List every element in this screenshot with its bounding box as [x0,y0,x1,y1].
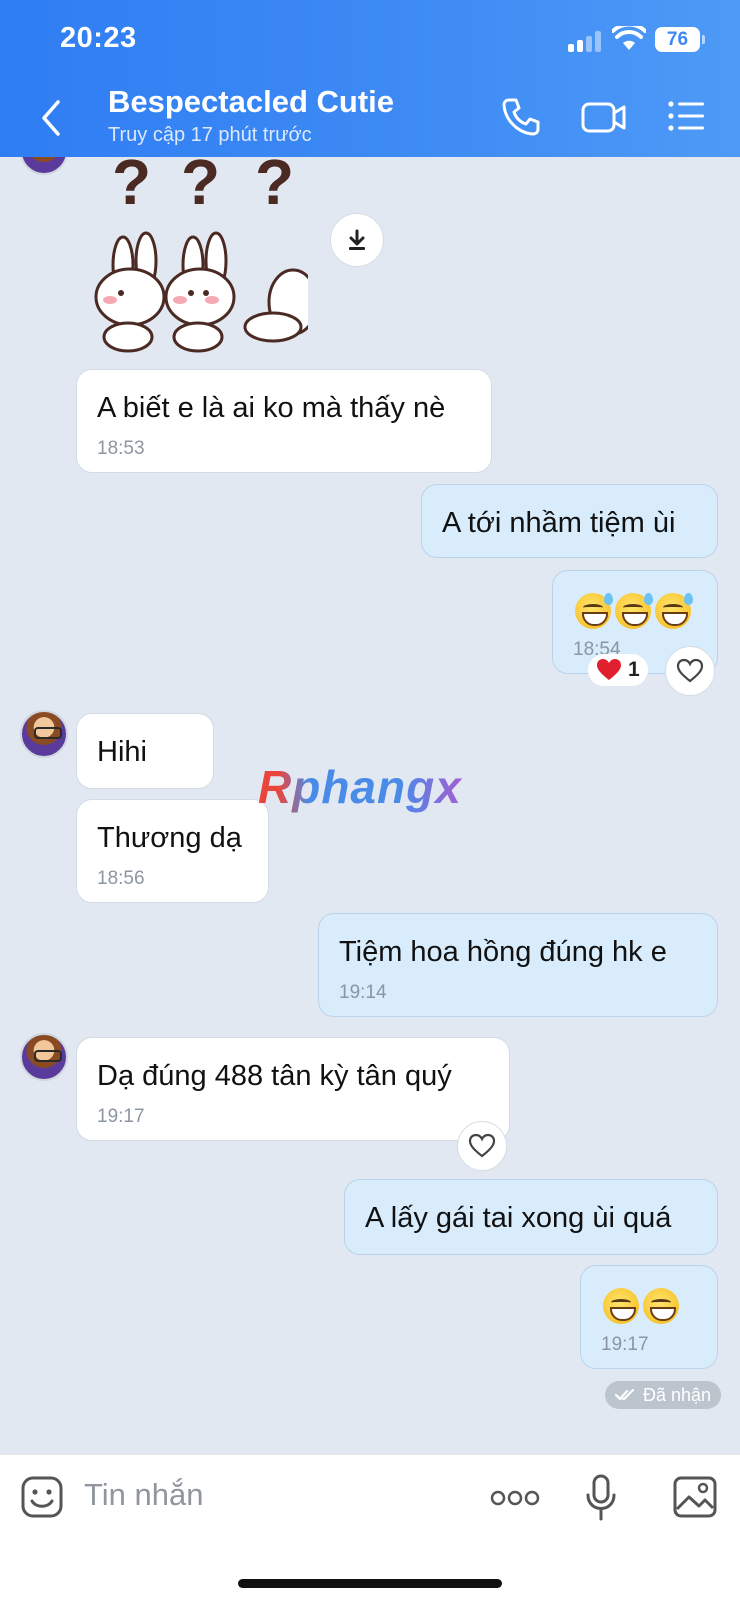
chat-header: 20:23 76 Bespectacled Cutie Truy cập 17 … [0,0,740,157]
message-time: 19:17 [601,1334,649,1355]
download-button[interactable] [330,213,384,267]
phone-call-icon[interactable] [500,96,542,138]
react-button[interactable] [457,1121,507,1171]
message-time: 19:17 [97,1106,145,1127]
delivery-status-text: Đã nhận [643,1384,712,1405]
message-input[interactable]: Tin nhắn [84,1477,204,1513]
gallery-image-icon[interactable] [672,1475,718,1519]
incoming-message[interactable]: A biết e là ai ko mà thấy nè 18:53 [76,369,492,473]
message-composer: Tin nhắn [0,1454,740,1600]
video-call-icon[interactable] [580,96,628,138]
outgoing-message[interactable]: 19:17 [580,1265,718,1369]
wifi-icon [612,26,646,50]
download-icon [349,229,365,250]
outgoing-message[interactable]: Tiệm hoa hồng đúng hk e 19:14 [318,913,718,1017]
contact-avatar[interactable] [20,1033,68,1081]
back-button[interactable] [36,98,66,138]
message-text: Tiệm hoa hồng đúng hk e [339,936,667,968]
message-text: Hihi [97,736,147,768]
reaction-count: 1 [628,658,640,681]
message-text: A tới nhầm tiệm ùi [442,507,676,539]
incoming-message[interactable]: Thương dạ 18:56 [76,799,269,903]
cellular-signal-icon [568,30,604,52]
grinning-emoji [603,1288,683,1332]
battery-indicator: 76 [655,27,705,52]
home-indicator [238,1579,502,1588]
incoming-message[interactable]: Dạ đúng 488 tân kỳ tân quý 19:17 [76,1037,510,1141]
microphone-icon[interactable] [584,1473,618,1523]
sticker-emoji-icon[interactable] [20,1475,64,1519]
message-time: 18:53 [97,438,145,459]
heart-outline-icon [468,1133,496,1158]
menu-list-icon[interactable] [666,96,706,136]
status-time: 20:23 [60,22,137,54]
watermark-logo: Rphangx [258,761,462,813]
heart-outline-icon [676,658,704,683]
last-seen-status: Truy cập 17 phút trước [108,124,312,146]
double-check-icon [615,1388,635,1401]
message-list[interactable]: ? ? ? A biết e là ai ko mà thấy nè 18:53… [0,157,740,1454]
grinning-sweat-emoji [575,593,695,637]
contact-avatar[interactable] [20,157,68,175]
message-text: Dạ đúng 488 tân kỳ tân quý [97,1060,452,1092]
bunny-sticker[interactable]: ? ? ? [88,157,318,357]
reaction-badge[interactable]: 1 [588,654,648,686]
message-text: A lấy gái tai xong ùi quá [365,1202,672,1234]
chat-title[interactable]: Bespectacled Cutie [108,84,394,120]
react-button[interactable] [665,646,715,696]
heart-reaction-icon [597,659,621,680]
contact-avatar[interactable] [20,710,68,758]
message-text: Thương dạ [97,822,242,854]
message-time: 19:14 [339,982,387,1003]
more-options-icon[interactable] [490,1489,540,1507]
bunny-illustration [94,231,318,357]
delivery-status-badge: Đã nhận [605,1381,722,1409]
outgoing-message[interactable]: A tới nhầm tiệm ùi [421,484,718,558]
incoming-message[interactable]: Hihi [76,713,214,789]
outgoing-message[interactable]: A lấy gái tai xong ùi quá [344,1179,718,1255]
message-time: 18:56 [97,868,145,889]
message-text: A biết e là ai ko mà thấy nè [97,392,446,424]
